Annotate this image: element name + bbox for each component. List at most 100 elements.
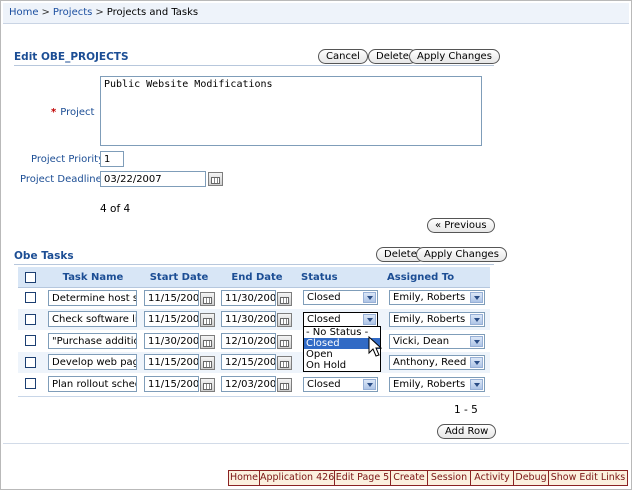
calendar-icon[interactable] xyxy=(200,378,215,392)
project-label-text: Project xyxy=(60,107,95,118)
assigned-to-select[interactable]: Emily, Roberts xyxy=(389,377,485,392)
start-date-input[interactable]: 11/15/200 xyxy=(144,354,199,370)
task-name-input[interactable]: Plan rollout schedule xyxy=(48,376,137,392)
previous-button[interactable]: « Previous xyxy=(427,218,495,233)
start-date-input[interactable]: 11/15/200 xyxy=(144,376,199,392)
edit-region-rule xyxy=(14,65,494,66)
status-option[interactable]: On Hold xyxy=(304,360,380,371)
column-header-assigned-to[interactable]: Assigned To xyxy=(387,272,454,283)
breadcrumb-projects-link[interactable]: Projects xyxy=(53,7,92,18)
calendar-icon[interactable] xyxy=(200,292,215,306)
row-checkbox[interactable] xyxy=(25,357,36,368)
breadcrumb-separator: > xyxy=(41,7,50,18)
table-bottom-rule xyxy=(18,396,490,397)
calendar-icon[interactable] xyxy=(200,313,215,327)
status-select[interactable]: Closed xyxy=(303,377,378,392)
end-date-input[interactable]: 12/15/200 xyxy=(221,354,276,370)
app-window: Home > Projects > Projects and Tasks Edit OB… xyxy=(0,0,632,490)
row-checkbox[interactable] xyxy=(25,292,36,303)
tasks-region-rule xyxy=(14,264,494,265)
tasks-apply-changes-button[interactable]: Apply Changes xyxy=(416,247,507,262)
chevron-down-icon xyxy=(470,379,483,390)
dev-toolbar-session[interactable]: Session xyxy=(427,470,471,486)
calendar-icon[interactable] xyxy=(277,378,292,392)
assigned-to-select[interactable]: Anthony, Reed xyxy=(389,355,485,370)
assigned-to-value: Vicki, Dean xyxy=(393,336,450,347)
apply-changes-button[interactable]: Apply Changes xyxy=(409,49,500,64)
chevron-down-icon xyxy=(363,292,376,303)
column-header-status[interactable]: Status xyxy=(301,272,338,283)
dev-toolbar-show-edit-links[interactable]: Show Edit Links xyxy=(548,470,628,486)
dev-toolbar-edit-page[interactable]: Edit Page 5 xyxy=(334,470,391,486)
mouse-pointer-icon xyxy=(368,336,382,357)
chevron-down-icon xyxy=(363,379,376,390)
end-date-input[interactable]: 11/30/200 xyxy=(221,311,276,327)
breadcrumb-bar: Home > Projects > Projects and Tasks xyxy=(3,3,629,24)
project-deadline-label: Project Deadline xyxy=(20,174,102,185)
end-date-input[interactable]: 12/03/200 xyxy=(221,376,276,392)
project-priority-input[interactable]: 1 xyxy=(100,151,124,167)
select-all-checkbox[interactable] xyxy=(25,272,36,283)
task-name-input[interactable]: Determine host serve xyxy=(48,290,137,306)
chevron-down-icon xyxy=(363,314,376,325)
status-select-value: Closed xyxy=(307,292,341,303)
assigned-to-value: Anthony, Reed xyxy=(393,357,467,368)
assigned-to-select[interactable]: Vicki, Dean xyxy=(389,334,485,349)
row-checkbox[interactable] xyxy=(25,335,36,346)
footer-rule xyxy=(3,443,629,444)
assigned-to-select[interactable]: Emily, Roberts xyxy=(389,312,485,327)
column-header-end-date[interactable]: End Date xyxy=(221,272,293,283)
end-date-input[interactable]: 12/10/200 xyxy=(221,333,276,349)
task-name-input[interactable]: Develop web pages xyxy=(48,354,137,370)
calendar-icon[interactable] xyxy=(277,335,292,349)
assigned-to-value: Emily, Roberts xyxy=(393,379,466,390)
column-header-start-date[interactable]: Start Date xyxy=(144,272,214,283)
add-row-button[interactable]: Add Row xyxy=(437,424,497,439)
start-date-input[interactable]: 11/15/200 xyxy=(144,290,199,306)
calendar-icon[interactable] xyxy=(277,292,292,306)
chevron-down-icon xyxy=(470,336,483,347)
project-priority-label: Project Priority xyxy=(31,154,104,165)
breadcrumb-current: Projects and Tasks xyxy=(106,7,199,18)
status-select[interactable]: Closed xyxy=(303,290,378,305)
assigned-to-value: Emily, Roberts xyxy=(393,314,466,325)
chevron-down-icon xyxy=(470,292,483,303)
calendar-icon[interactable] xyxy=(200,356,215,370)
calendar-icon[interactable] xyxy=(200,335,215,349)
calendar-icon[interactable] xyxy=(277,356,292,370)
calendar-icon[interactable] xyxy=(208,172,223,186)
breadcrumb-home-link[interactable]: Home xyxy=(9,7,39,18)
breadcrumb-separator: > xyxy=(95,7,104,18)
project-label: * Project xyxy=(51,107,94,118)
status-select-value: Closed xyxy=(307,314,341,325)
assigned-to-value: Emily, Roberts xyxy=(393,292,466,303)
start-date-input[interactable]: 11/30/200 xyxy=(144,333,199,349)
record-pagination: 4 of 4 xyxy=(100,203,131,215)
tasks-region-title: Obe Tasks xyxy=(14,250,74,262)
project-deadline-input[interactable]: 03/22/2007 xyxy=(100,171,206,187)
project-textarea[interactable]: Public Website Modifications xyxy=(100,76,482,146)
task-name-input[interactable]: Check software licer xyxy=(48,311,137,327)
column-header-task-name[interactable]: Task Name xyxy=(49,272,137,283)
status-select-value: Closed xyxy=(307,379,341,390)
status-select-open[interactable]: Closed xyxy=(303,312,378,327)
start-date-input[interactable]: 11/15/200 xyxy=(144,311,199,327)
row-checkbox[interactable] xyxy=(25,314,36,325)
dev-toolbar-activity[interactable]: Activity xyxy=(470,470,514,486)
edit-region-title: Edit OBE_PROJECTS xyxy=(14,51,129,63)
row-range-indicator: 1 - 5 xyxy=(454,404,478,416)
row-checkbox[interactable] xyxy=(25,378,36,389)
breadcrumb: Home > Projects > Projects and Tasks xyxy=(9,7,198,18)
task-name-input[interactable]: "Purchase additional xyxy=(48,333,137,349)
cancel-button[interactable]: Cancel xyxy=(318,49,368,64)
chevron-down-icon xyxy=(470,357,483,368)
dev-toolbar-create[interactable]: Create xyxy=(390,470,428,486)
dev-toolbar-debug[interactable]: Debug xyxy=(513,470,549,486)
chevron-down-icon xyxy=(470,314,483,325)
end-date-input[interactable]: 11/30/200 xyxy=(221,290,276,306)
calendar-icon[interactable] xyxy=(277,313,292,327)
required-marker: * xyxy=(51,107,57,118)
assigned-to-select[interactable]: Emily, Roberts xyxy=(389,290,485,305)
dev-toolbar-application[interactable]: Application 426 xyxy=(259,470,335,486)
dev-toolbar-home[interactable]: Home xyxy=(228,470,260,486)
